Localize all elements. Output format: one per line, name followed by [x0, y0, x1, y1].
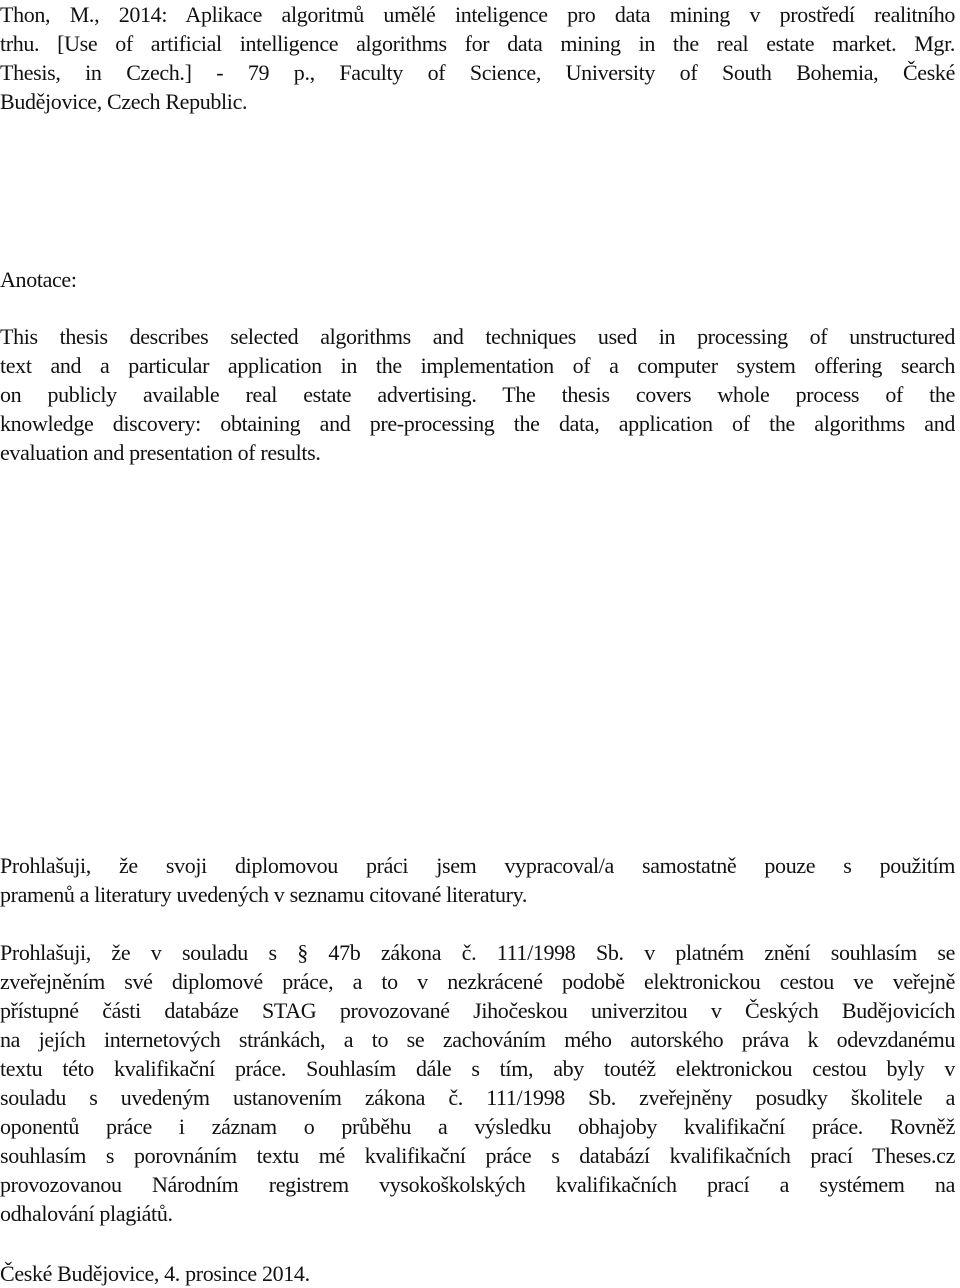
declaration-line: textu této kvalifikační práce. Souhlasím… [0, 1056, 955, 1081]
declaration-line: Prohlašuji, že svoji diplomovou práci js… [0, 853, 955, 878]
declaration-line: oponentů práce i záznam o průběhu a výsl… [0, 1114, 955, 1139]
place-date: České Budějovice, 4. prosince 2014. [0, 1261, 310, 1286]
annotation-heading: Anotace: [0, 267, 77, 292]
annotation-line: on publicly available real estate advert… [0, 382, 955, 407]
declaration-line: přístupné části databáze STAG provozovan… [0, 998, 955, 1023]
declaration-line: souhlasím s porovnáním textu mé kvalifik… [0, 1143, 955, 1168]
annotation-line: evaluation and presentation of results. [0, 440, 321, 465]
citation-line: Thesis, in Czech.] - 79 p., Faculty of S… [0, 60, 955, 85]
declaration-line: zveřejněním své diplomové práce, a to v … [0, 969, 955, 994]
declaration-line: souladu s uvedeným ustanovením zákona č.… [0, 1085, 955, 1110]
annotation-line: knowledge discovery: obtaining and pre-p… [0, 411, 955, 436]
citation-line: Budějovice, Czech Republic. [0, 89, 248, 114]
declaration-line: pramenů a literatury uvedených v seznamu… [0, 882, 527, 907]
citation-line: trhu. [Use of artificial intelligence al… [0, 31, 955, 56]
declaration-line: odhalování plagiátů. [0, 1201, 173, 1226]
annotation-line: text and a particular application in the… [0, 353, 955, 378]
declaration-line: Prohlašuji, že v souladu s § 47b zákona … [0, 940, 955, 965]
citation-line: Thon, M., 2014: Aplikace algoritmů umělé… [0, 2, 955, 27]
annotation-line: This thesis describes selected algorithm… [0, 324, 955, 349]
declaration-line: na jejích internetových stránkách, a to … [0, 1027, 955, 1052]
declaration-line: provozovanou Národním registrem vysokošk… [0, 1172, 955, 1197]
